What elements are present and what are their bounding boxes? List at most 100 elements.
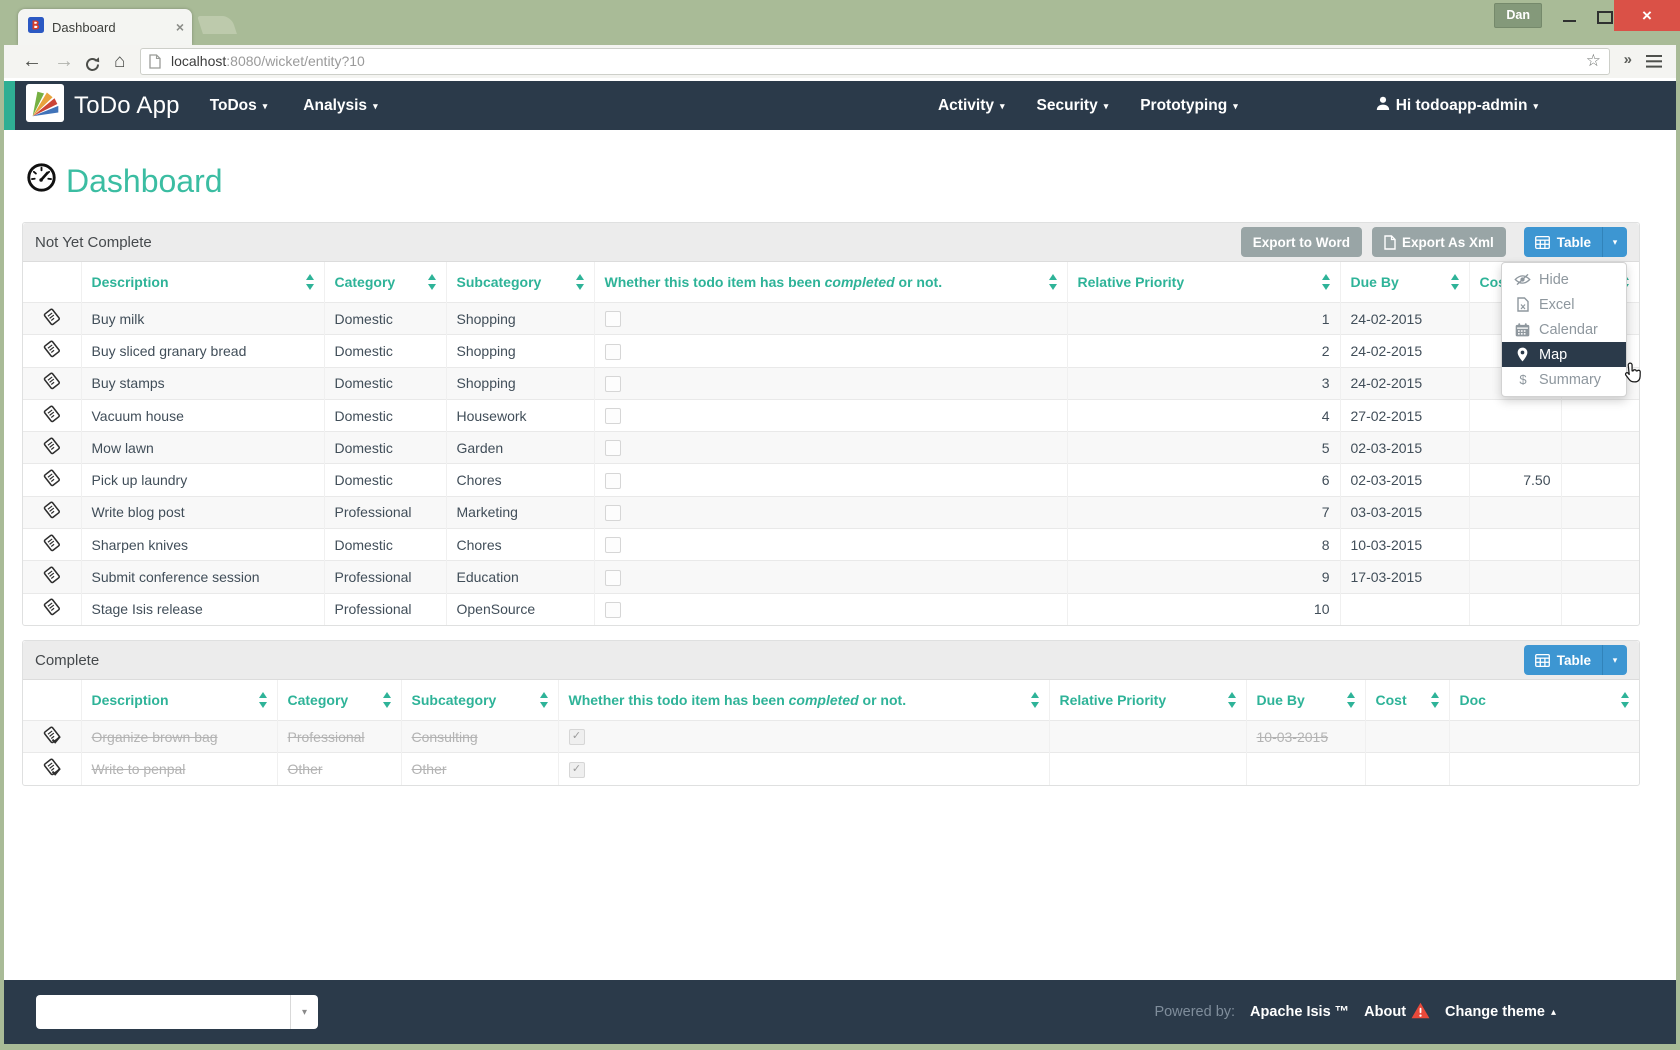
sort-icon[interactable]	[1031, 692, 1040, 708]
cell-icon	[23, 335, 81, 367]
table-view-button[interactable]: Table	[1524, 645, 1602, 675]
cell-category: Domestic	[324, 432, 446, 464]
export-as-xml-button[interactable]: Export As Xml	[1372, 227, 1506, 257]
cell-description[interactable]: Vacuum house	[81, 399, 324, 431]
user-menu[interactable]: Hi todoapp-admin ▾	[1376, 96, 1538, 115]
column-header-relative-priority[interactable]: Relative Priority	[1067, 262, 1340, 303]
completed-checkbox[interactable]	[605, 505, 621, 521]
menu-item-summary[interactable]: $Summary	[1502, 367, 1626, 392]
menu-item-excel[interactable]: Excel	[1502, 292, 1626, 317]
address-bar[interactable]: localhost:8080/wicket/entity?10 ☆	[140, 48, 1610, 75]
menu-item-map[interactable]: Map	[1502, 342, 1626, 367]
completed-checkbox[interactable]: ✓	[569, 762, 585, 778]
nav-menu-activity[interactable]: Activity▾	[938, 97, 1005, 115]
about-link[interactable]: About	[1364, 1002, 1430, 1023]
completed-checkbox[interactable]	[605, 311, 621, 327]
cell-description[interactable]: Buy stamps	[81, 367, 324, 399]
nav-menu-todos[interactable]: ToDos▾	[210, 97, 268, 115]
completed-checkbox[interactable]	[605, 408, 621, 424]
column-header-due-by[interactable]: Due By	[1340, 262, 1469, 303]
completed-checkbox[interactable]	[605, 376, 621, 392]
cell-description[interactable]: Buy milk	[81, 303, 324, 335]
close-button[interactable]: ×	[1614, 0, 1680, 31]
todo-item-icon	[43, 378, 61, 394]
cell-doc	[1449, 753, 1639, 785]
table-view-button[interactable]: Table	[1524, 227, 1602, 257]
panel-heading: Complete Table ▾	[23, 641, 1639, 680]
cell-description[interactable]: Write blog post	[81, 496, 324, 528]
cell-description[interactable]: Submit conference session	[81, 561, 324, 593]
theme-select[interactable]: ▾	[36, 995, 318, 1029]
completed-checkbox[interactable]	[605, 537, 621, 553]
completed-checkbox[interactable]	[605, 344, 621, 360]
browser-tab[interactable]: Dashboard ×	[18, 9, 192, 45]
sort-icon[interactable]	[1228, 692, 1237, 708]
sort-icon[interactable]	[540, 692, 549, 708]
bookmark-star-icon[interactable]: ☆	[1586, 51, 1601, 71]
sort-icon[interactable]	[1347, 692, 1356, 708]
column-header-cost[interactable]: Cost	[1365, 680, 1449, 721]
sort-icon[interactable]	[259, 692, 268, 708]
completed-checkbox[interactable]: ✓	[569, 729, 585, 745]
change-theme-link[interactable]: Change theme ▴	[1445, 1004, 1556, 1020]
column-header-doc[interactable]: Doc	[1449, 680, 1639, 721]
menu-item-hide[interactable]: Hide	[1502, 267, 1626, 292]
apache-isis-link[interactable]: Apache Isis ™	[1250, 1004, 1349, 1020]
column-header-due-by[interactable]: Due By	[1246, 680, 1365, 721]
column-header-description[interactable]: Description	[81, 680, 277, 721]
sort-icon[interactable]	[1431, 692, 1440, 708]
forward-icon[interactable]: →	[54, 47, 74, 76]
column-header-description[interactable]: Description	[81, 262, 324, 303]
cell-subcategory: Garden	[446, 432, 594, 464]
extensions-overflow-icon[interactable]: »	[1624, 51, 1632, 68]
export-to-word-button[interactable]: Export to Word	[1241, 227, 1362, 257]
todo-item-icon	[43, 572, 61, 588]
cell-description[interactable]: Sharpen knives	[81, 529, 324, 561]
completed-checkbox[interactable]	[605, 440, 621, 456]
completed-checkbox[interactable]	[605, 570, 621, 586]
nav-menu-security[interactable]: Security▾	[1037, 97, 1109, 115]
new-tab-button[interactable]	[197, 16, 237, 34]
panel-title: Complete	[35, 652, 99, 669]
home-icon[interactable]: ⌂	[114, 47, 125, 76]
table-view-caret-button[interactable]: ▾	[1602, 645, 1627, 675]
cell-subcategory: OpenSource	[446, 593, 594, 625]
completed-checkbox[interactable]	[605, 473, 621, 489]
sort-icon[interactable]	[1322, 274, 1331, 290]
column-header-whether-this-todo-item-has-bee[interactable]: Whether this todo item has been complete…	[594, 262, 1067, 303]
cell-description[interactable]: Organize brown bag	[81, 721, 277, 753]
browser-menu-icon[interactable]	[1646, 55, 1662, 69]
cell-description[interactable]: Mow lawn	[81, 432, 324, 464]
column-header-subcategory[interactable]: Subcategory	[446, 262, 594, 303]
table-icon	[1535, 236, 1550, 249]
column-header-icon	[23, 680, 81, 721]
sort-icon[interactable]	[1049, 274, 1058, 290]
column-header-category[interactable]: Category	[277, 680, 401, 721]
cell-description[interactable]: Pick up laundry	[81, 464, 324, 496]
sort-icon[interactable]	[428, 274, 437, 290]
table-view-caret-button[interactable]: ▾	[1602, 227, 1627, 257]
minimize-button[interactable]	[1554, 6, 1584, 28]
column-header-relative-priority[interactable]: Relative Priority	[1049, 680, 1246, 721]
cell-description[interactable]: Write to penpal	[81, 753, 277, 785]
cell-due-by: 10-03-2015	[1340, 529, 1469, 561]
nav-menu-prototyping[interactable]: Prototyping▾	[1140, 97, 1238, 115]
tab-close-icon[interactable]: ×	[176, 20, 184, 34]
sort-icon[interactable]	[383, 692, 392, 708]
back-icon[interactable]: ←	[22, 47, 42, 76]
profile-badge[interactable]: Dan	[1494, 3, 1542, 28]
column-header-category[interactable]: Category	[324, 262, 446, 303]
menu-item-calendar[interactable]: Calendar	[1502, 317, 1626, 342]
completed-checkbox[interactable]	[605, 602, 621, 618]
column-header-subcategory[interactable]: Subcategory	[401, 680, 558, 721]
cell-description[interactable]: Buy sliced granary bread	[81, 335, 324, 367]
select-dropdown-icon[interactable]: ▾	[290, 995, 318, 1029]
sort-icon[interactable]	[306, 274, 315, 290]
app-brand[interactable]: ToDo App	[26, 84, 180, 127]
sort-icon[interactable]	[1451, 274, 1460, 290]
column-header-whether-this-todo-item-has-bee[interactable]: Whether this todo item has been complete…	[558, 680, 1049, 721]
sort-icon[interactable]	[1621, 692, 1630, 708]
nav-menu-analysis[interactable]: Analysis▾	[303, 97, 377, 115]
cell-description[interactable]: Stage Isis release	[81, 593, 324, 625]
sort-icon[interactable]	[576, 274, 585, 290]
